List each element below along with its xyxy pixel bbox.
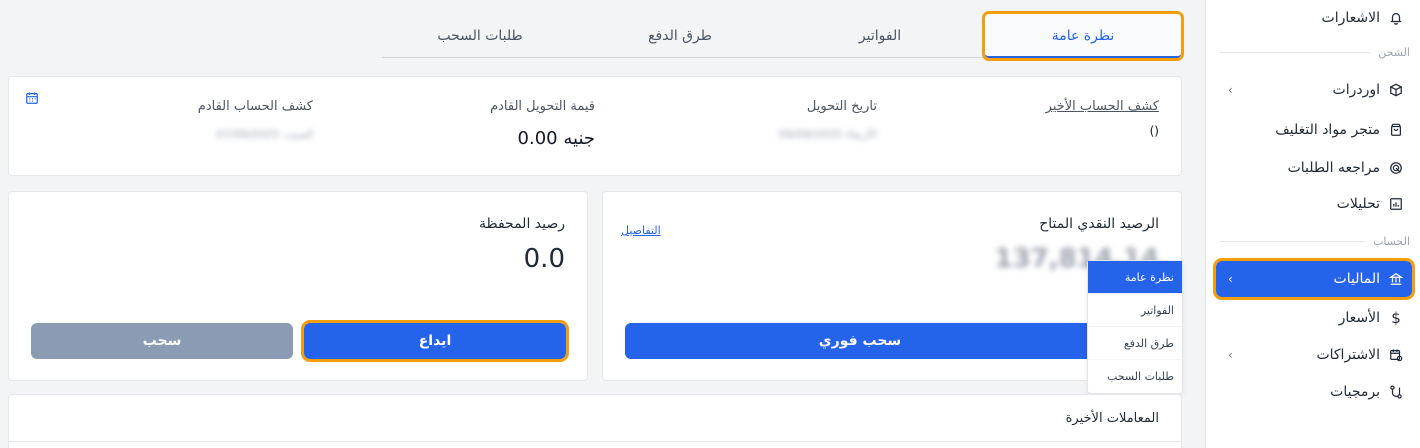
sidebar-item-analytics[interactable]: تحليلات [1216,186,1412,222]
bell-icon [1388,10,1404,26]
chart-icon [1388,196,1404,212]
last-statement: كشف الحساب الأخير () [959,99,1159,138]
git-branch-icon [1388,384,1404,400]
wallet-balance-card: رصيد المحفظة 0.0 ايداع سحب [8,191,588,381]
sidebar-item-label: تحليلات [1336,196,1380,212]
next-statement: كشف الحساب القادم السبت 07/09/2025 [113,99,313,141]
next-transfer-value: 0.00 جنيه [517,128,595,149]
transfer-date: تاريخ التحويل الأربعاء 09/09/2025 [677,99,877,141]
calendar-icon[interactable] [25,91,39,109]
deposit-button[interactable]: ايداع [301,320,569,362]
sidebar-item-label: متجر مواد التغليف [1275,122,1380,138]
tab-invoices[interactable]: الفواتير [782,14,978,58]
section-label-account: الحساب [1220,235,1410,248]
tab-bar: نظرة عامة الفواتير طرق الدفع طلبات السحب [382,11,1184,61]
tab-withdraw-requests[interactable]: طلبات السحب [382,14,578,58]
details-link[interactable]: التفاصيل [621,224,661,237]
recent-transactions-card: المعاملات الأخيرة [8,394,1182,448]
statement-summary-card: كشف الحساب الأخير () تاريخ التحويل الأرب… [8,76,1182,176]
sidebar-item-notifications[interactable]: الاشعارات [1216,0,1412,36]
sidebar-item-label: الاشتراكات [1316,347,1380,363]
wallet-balance-amount: 0.0 [523,244,565,274]
bank-icon [1388,271,1404,287]
sidebar-item-label: مراجعه الطلبات [1287,160,1380,176]
next-statement-value: السبت 07/09/2025 [215,128,313,141]
tab-payment-methods[interactable]: طرق الدفع [582,14,778,58]
chevron-left-icon: ‹ [1228,348,1233,362]
next-statement-label: كشف الحساب القادم [197,99,313,114]
chevron-left-icon: ‹ [1228,83,1233,97]
sidebar-item-prices[interactable]: $ الأسعار [1216,300,1412,336]
instant-withdraw-button[interactable]: سحب فوري [625,323,1095,359]
sidebar-item-software[interactable]: برمجيات [1216,374,1412,410]
sidebar-item-label: الماليات [1333,271,1380,287]
submenu-item-payment-methods[interactable]: طرق الدفع [1088,327,1182,360]
wallet-balance-title: رصيد المحفظة [478,216,565,232]
submenu-item-withdraw-requests[interactable]: طلبات السحب [1088,360,1182,393]
box-icon [1388,82,1404,98]
sidebar-item-finances[interactable]: الماليات ‹ [1213,258,1415,300]
recent-transactions-title: المعاملات الأخيرة [1065,411,1159,426]
sidebar-item-label: اوردرات [1332,82,1380,98]
sidebar-item-subscriptions[interactable]: الاشتراكات ‹ [1216,337,1412,373]
sidebar-item-label: الأسعار [1338,310,1380,326]
radar-icon [1388,160,1404,176]
sidebar-item-orders[interactable]: اوردرات ‹ [1216,72,1412,108]
dollar-icon: $ [1391,309,1401,327]
section-label-shipping: الشحن [1220,46,1410,59]
transfer-date-value: الأربعاء 09/09/2025 [778,128,877,141]
cash-balance-title: الرصيد النقدي المتاح [1039,216,1159,232]
next-transfer-label: قيمة التحويل القادم [490,99,595,114]
divider [9,441,1181,442]
finances-submenu: نظرة عامة الفواتير طرق الدفع طلبات السحب [1087,260,1183,394]
transfer-date-label: تاريخ التحويل [806,99,877,114]
withdraw-button[interactable]: سحب [31,323,293,359]
sidebar-item-order-review[interactable]: مراجعه الطلبات [1216,150,1412,186]
last-statement-link[interactable]: كشف الحساب الأخير [959,99,1159,114]
sidebar-item-label: برمجيات [1330,384,1380,400]
sidebar: الاشعارات الشحن اوردرات ‹ متجر مواد التغ… [1205,0,1420,448]
sidebar-item-packaging-store[interactable]: متجر مواد التغليف [1216,112,1412,148]
tab-overview[interactable]: نظرة عامة [982,11,1184,61]
sidebar-item-label: الاشعارات [1321,10,1380,26]
submenu-item-invoices[interactable]: الفواتير [1088,294,1182,327]
calendar-clock-icon [1388,347,1404,363]
next-transfer: قيمة التحويل القادم 0.00 جنيه [395,99,595,149]
main-content: نظرة عامة الفواتير طرق الدفع طلبات السحب… [0,0,1203,448]
shopping-bag-icon [1388,122,1404,138]
last-statement-value: () [1149,124,1159,138]
submenu-item-overview[interactable]: نظرة عامة [1088,261,1182,294]
chevron-left-icon: ‹ [1228,272,1233,286]
